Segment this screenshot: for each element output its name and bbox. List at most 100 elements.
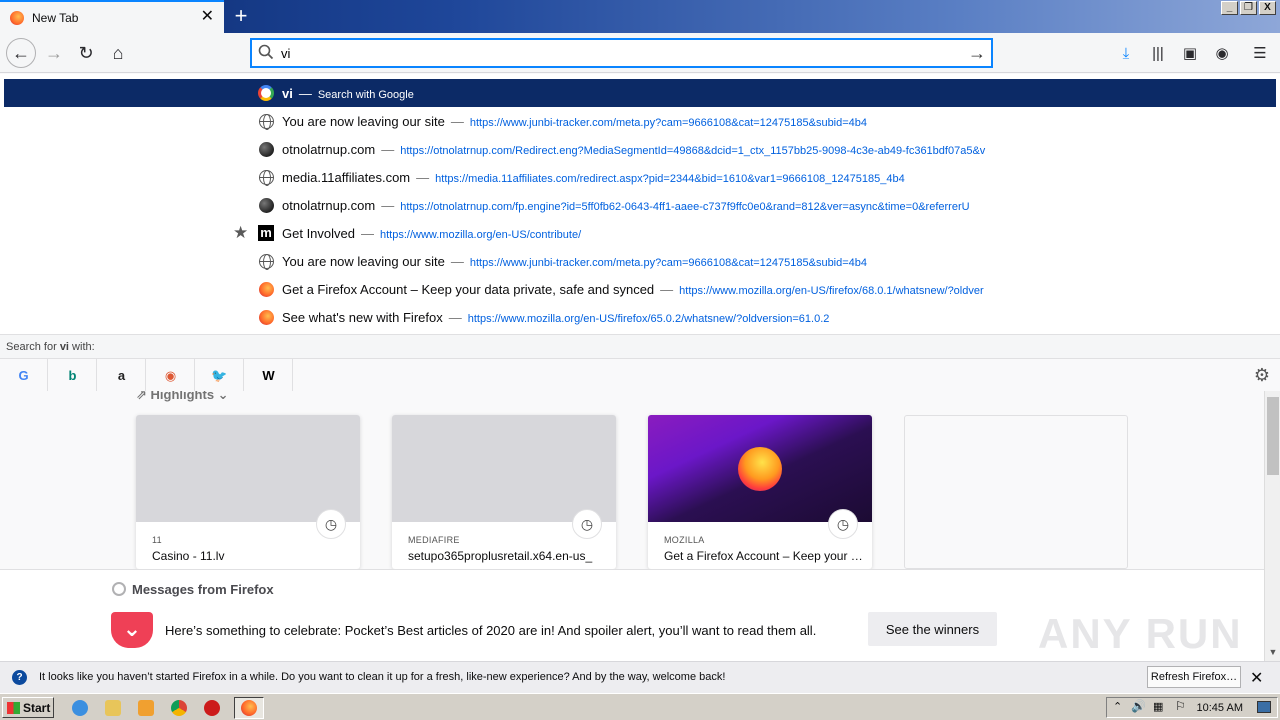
dot-icon (258, 141, 274, 157)
library-icon[interactable]: ||| (1144, 39, 1172, 67)
firefox-outline-icon (112, 582, 126, 596)
reload-icon[interactable]: ↻ (72, 39, 100, 67)
minimize-button[interactable]: _ (1221, 1, 1238, 15)
card-source: 11 (152, 535, 162, 545)
firefox-icon (10, 10, 24, 25)
history-result-row[interactable]: ★ m Get Involved — https://www.mozilla.org/e… (4, 219, 1276, 247)
messages-title: Messages from Firefox (112, 582, 274, 597)
engine-duckduckgo-icon[interactable]: ◉ (147, 359, 195, 392)
sidebar-icon[interactable]: ▣ (1176, 39, 1204, 67)
url-bar[interactable]: → (250, 38, 993, 68)
card-source: MEDIAFIRE (408, 535, 460, 545)
result-title: media.11affiliates.com (282, 169, 411, 185)
close-window-button[interactable]: X (1259, 1, 1276, 15)
history-result-row[interactable]: You are now leaving our site — https://www… (4, 107, 1276, 135)
history-result-row[interactable]: See what's new with Firefox — https://www.… (4, 303, 1276, 331)
result-url: https://www.mozilla.org/en-US/contribute… (380, 228, 582, 241)
home-icon[interactable]: ⌂ (104, 39, 132, 67)
result-separator: — (448, 309, 462, 325)
search-for-label: Search for vi with: (0, 334, 1280, 358)
card-title: setupo365proplusretail.x64.en-us_ (408, 549, 593, 563)
system-tray: ⌃ 🔊 ▦ ⚐ 10:45 AM (1106, 697, 1278, 718)
card-thumbnail (648, 415, 872, 522)
opera-icon[interactable] (202, 698, 222, 718)
firefox-icon (258, 309, 274, 325)
internet-explorer-icon[interactable] (70, 698, 90, 718)
globe-icon (258, 169, 274, 186)
media-player-icon[interactable] (136, 698, 156, 718)
highlight-card[interactable]: ◷ MOZILLA Get a Firefox Account – Keep you… (648, 415, 872, 569)
tab-close-icon[interactable]: ✕ (201, 9, 214, 25)
restore-button[interactable]: ❐ (1240, 1, 1257, 15)
result-url: https://www.mozilla.org/en-US/firefox/68… (679, 284, 984, 297)
menu-icon[interactable]: ☰ (1246, 39, 1274, 67)
result-hint: Search with Google (317, 88, 414, 101)
volume-icon[interactable]: 🔊 (1131, 699, 1146, 713)
history-result-row[interactable]: media.11affiliates.com — https://media.11a… (4, 163, 1276, 191)
nav-toolbar: ← → ↻ ⌂ → ⤓ ||| ▣ ◉ ☰ (0, 33, 1280, 73)
page-scrollbar[interactable]: ▼ (1264, 391, 1280, 661)
url-input[interactable] (281, 41, 962, 65)
chrome-icon[interactable] (169, 698, 189, 718)
tray-expand-icon[interactable]: ⌃ (1113, 700, 1122, 713)
firefox-icon (258, 281, 274, 297)
engine-google-icon[interactable]: G (0, 359, 48, 392)
highlight-card[interactable]: ◷ 11 Casino - 11.lv (136, 415, 360, 569)
refresh-firefox-button[interactable]: Refresh Firefox… (1147, 666, 1241, 688)
network-icon[interactable]: ▦ (1153, 700, 1163, 713)
history-result-row[interactable]: You are now leaving our site — https://www… (4, 247, 1276, 275)
result-separator: — (298, 85, 312, 101)
result-title: Get Involved (282, 225, 355, 241)
highlights-heading[interactable]: ⇗ Highlights ⌄ (136, 391, 229, 403)
question-icon: ? (12, 670, 27, 685)
search-settings-gear-icon[interactable]: ⚙ (1254, 365, 1270, 386)
google-icon (258, 85, 274, 101)
clock-icon: ◷ (572, 509, 602, 539)
engine-bing-icon[interactable]: b (49, 359, 97, 392)
scroll-down-arrow-icon[interactable]: ▼ (1265, 647, 1280, 661)
highlight-card[interactable]: ◷ MEDIAFIRE setupo365proplusretail.x64.en-… (392, 415, 616, 569)
engine-twitter-icon[interactable]: 🐦 (196, 359, 244, 392)
card-title: Casino - 11.lv (152, 549, 225, 563)
message-text: Here’s something to celebrate: Pocket’s … (165, 623, 817, 638)
history-result-row[interactable]: otnolatrnup.com — https://otnolatrnup.com/… (4, 191, 1276, 219)
clock-icon: ◷ (316, 509, 346, 539)
result-title: See what's new with Firefox (282, 309, 443, 325)
globe-icon (258, 253, 274, 270)
engine-wikipedia-icon[interactable]: W (245, 359, 293, 392)
account-icon[interactable]: ◉ (1208, 39, 1236, 67)
notification-close-icon[interactable]: ✕ (1250, 668, 1263, 688)
result-separator: — (416, 169, 430, 185)
new-tab-plus-icon[interactable]: + (230, 3, 252, 29)
history-result-row[interactable]: otnolatrnup.com — https://otnolatrnup.com/… (4, 135, 1276, 163)
history-result-row[interactable]: Get a Firefox Account – Keep your data p… (4, 275, 1276, 303)
show-desktop-icon[interactable] (1257, 701, 1271, 713)
folder-icon[interactable] (103, 698, 123, 718)
result-url: https://www.mozilla.org/en-US/firefox/65… (467, 312, 830, 325)
forward-arrow-icon[interactable]: → (40, 39, 68, 67)
search-suggestion-row[interactable]: vi — Search with Google (4, 79, 1276, 107)
see-the-winners-button[interactable]: See the winners (868, 612, 997, 646)
start-button[interactable]: Start (2, 697, 54, 718)
mozilla-m-icon: m (258, 225, 274, 241)
scrollbar-thumb[interactable] (1267, 397, 1279, 475)
notification-text: It looks like you haven’t started Firefo… (39, 671, 726, 683)
result-url: https://otnolatrnup.com/fp.engine?id=5ff… (400, 200, 970, 213)
card-source: MOZILLA (664, 535, 705, 545)
firefox-logo-icon (738, 447, 782, 491)
result-separator: — (450, 253, 464, 269)
downloads-icon[interactable]: ⤓ (1112, 39, 1140, 67)
tab-new-tab[interactable]: New Tab ✕ (0, 0, 224, 33)
card-thumbnail (392, 415, 616, 522)
action-center-flag-icon[interactable]: ⚐ (1175, 699, 1186, 713)
one-off-search-engines: Gb a ◉ 🐦 W ⚙ (0, 358, 1280, 392)
bookmark-star-icon: ★ (233, 223, 249, 242)
back-arrow-icon[interactable]: ← (6, 38, 36, 68)
result-url: https://www.junbi-tracker.com/meta.py?ca… (469, 256, 868, 269)
result-separator: — (660, 281, 674, 297)
anyrun-watermark: ANY RUN (1038, 610, 1243, 657)
go-arrow-icon[interactable]: → (962, 43, 992, 64)
refresh-notification-bar: ? It looks like you haven’t started Fire… (0, 661, 1280, 693)
engine-amazon-icon[interactable]: a (98, 359, 146, 392)
windows-taskbar: Start ⌃ 🔊 ▦ ⚐ 10:45 AM (0, 693, 1280, 720)
